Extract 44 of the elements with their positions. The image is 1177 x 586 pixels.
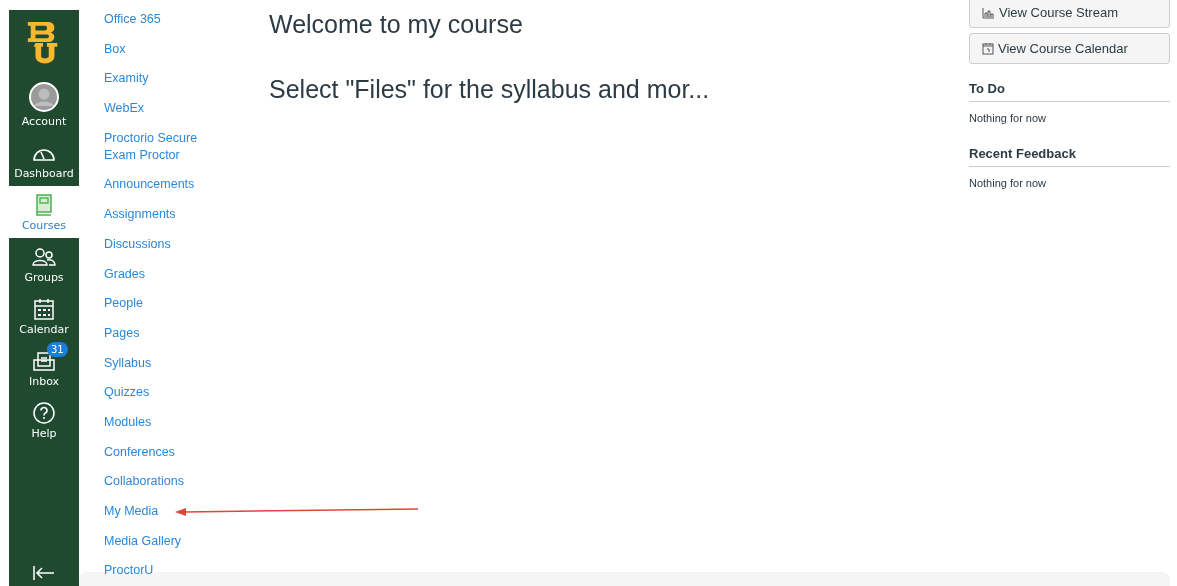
course-nav-link[interactable]: Syllabus	[104, 354, 209, 372]
global-nav-item[interactable]: 31 Inbox	[9, 342, 79, 394]
bar-chart-icon	[982, 6, 995, 19]
course-nav-link[interactable]: Collaborations	[104, 473, 209, 491]
course-nav-link[interactable]: Box	[104, 40, 209, 58]
section-heading: Recent Feedback	[969, 146, 1170, 167]
empty-message: Nothing for now	[969, 112, 1048, 124]
global-nav-item[interactable]: Courses	[9, 186, 79, 238]
inbox-icon	[33, 351, 55, 371]
course-nav-link[interactable]: Examity	[104, 70, 209, 88]
course-nav-link[interactable]: Media Gallery	[104, 532, 209, 550]
page-title: Welcome to my course	[269, 10, 524, 39]
calendar-icon	[34, 298, 54, 320]
book-icon	[35, 194, 53, 216]
course-nav-link[interactable]: People	[104, 295, 209, 313]
course-nav-link[interactable]: Proctorio Secure Exam Proctor	[104, 129, 209, 164]
course-nav-link[interactable]: Quizzes	[104, 384, 209, 402]
course-nav-link[interactable]: Announcements	[104, 176, 209, 194]
course-nav-link[interactable]: Assignments	[104, 206, 209, 224]
unread-count-badge: 31	[47, 342, 68, 357]
global-nav-item[interactable]: Help	[9, 394, 79, 446]
empty-message: Nothing for now	[969, 177, 1048, 189]
course-nav-link[interactable]: Grades	[104, 265, 209, 283]
calendar-icon	[982, 42, 994, 55]
page-subtitle: Select "Files" for the syllabus and mor...	[269, 75, 711, 104]
course-nav-link[interactable]: Discussions	[104, 235, 209, 253]
global-nav-item[interactable]: Dashboard	[9, 134, 79, 186]
global-nav-item[interactable]: Account	[9, 74, 79, 134]
sidebar-button[interactable]: View Course Calendar	[969, 33, 1170, 64]
section-heading: To Do	[969, 81, 1170, 102]
course-nav-link[interactable]: WebEx	[104, 100, 209, 118]
collapse-icon[interactable]	[32, 565, 56, 581]
course-nav-link[interactable]: My Media	[104, 503, 209, 520]
course-nav-link[interactable]: Pages	[104, 324, 209, 342]
sidebar-button[interactable]: View Course Stream	[969, 0, 1170, 28]
help-icon	[33, 402, 55, 424]
global-nav-item[interactable]: Groups	[9, 238, 79, 290]
people-icon	[32, 248, 56, 266]
global-nav-item[interactable]: Calendar	[9, 290, 79, 342]
course-nav-link[interactable]: Conferences	[104, 443, 209, 461]
course-nav-link[interactable]: Modules	[104, 413, 209, 431]
avatar-icon	[29, 82, 59, 112]
course-nav-link[interactable]: ProctorU	[104, 562, 209, 580]
course-nav-link[interactable]: Office 365	[104, 11, 209, 28]
